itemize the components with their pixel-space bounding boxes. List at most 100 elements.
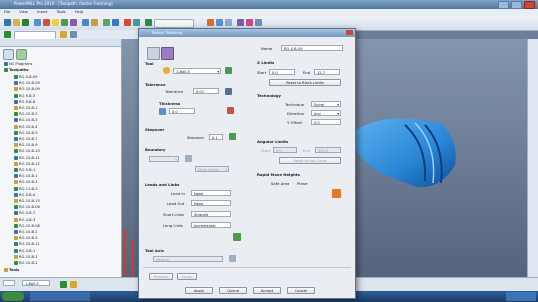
measure-icon[interactable] bbox=[255, 19, 262, 26]
menu-insert[interactable]: Insert bbox=[37, 10, 47, 14]
x-start-input[interactable]: 0.0 bbox=[269, 69, 295, 75]
output-icon[interactable] bbox=[225, 19, 232, 26]
toolpath-item[interactable]: RO-10-B-1 bbox=[14, 254, 38, 260]
ang-start-input[interactable]: 0.0 bbox=[273, 147, 297, 153]
toolpath-item[interactable]: RO-5-B-0 bbox=[14, 192, 35, 198]
tolerance-icon[interactable] bbox=[225, 88, 232, 95]
rapid-move-icon[interactable] bbox=[332, 189, 341, 198]
nc-icon[interactable] bbox=[216, 19, 223, 26]
strategy-selector[interactable] bbox=[154, 19, 194, 28]
cancel-button[interactable]: Cancel bbox=[287, 287, 315, 294]
toolpath-item[interactable]: RO-10-B-3 bbox=[14, 179, 38, 185]
stock-icon[interactable] bbox=[103, 19, 110, 26]
tool-select[interactable]: 1-Ball-5 bbox=[173, 68, 221, 74]
toolpath-item[interactable]: RO-10-B-1 bbox=[14, 229, 38, 235]
toolpath-item[interactable]: RO-10-B-3 bbox=[14, 117, 38, 123]
short-links-field[interactable]: Straight bbox=[191, 211, 231, 217]
toolpath-item[interactable]: RO-4-B-3 bbox=[14, 217, 35, 223]
reset-block-button[interactable]: Reset to Block Limits bbox=[269, 79, 341, 86]
close-icon[interactable] bbox=[524, 1, 535, 9]
menu-help[interactable]: Help bbox=[75, 10, 83, 14]
workplane-icon[interactable] bbox=[60, 31, 67, 38]
taskbar-item[interactable] bbox=[30, 292, 90, 301]
toolpath-item[interactable]: RO-10-B-5 bbox=[14, 235, 38, 241]
explorer-tab-icon[interactable] bbox=[16, 49, 27, 60]
tree-toolpaths[interactable]: Toolpaths bbox=[4, 67, 29, 73]
toolpath-item[interactable]: RO-10-B-08 bbox=[14, 223, 40, 229]
toolpath-item[interactable]: RO-10-B-15 bbox=[14, 198, 40, 204]
toolpath-item[interactable]: RO-10-B-1 bbox=[14, 105, 38, 111]
stepover-icon[interactable] bbox=[229, 133, 236, 140]
block-icon[interactable] bbox=[34, 19, 41, 26]
toolpath-item[interactable]: RO-10-B-09 bbox=[14, 86, 40, 92]
accept-button[interactable]: Accept bbox=[253, 287, 281, 294]
thickness-icon[interactable] bbox=[159, 108, 166, 115]
leads-icon[interactable] bbox=[124, 19, 131, 26]
tool-axis-field[interactable]: Vertical bbox=[153, 256, 223, 262]
toolpath-item[interactable]: RO-10-B-10 bbox=[14, 148, 40, 154]
layer-icon[interactable] bbox=[70, 31, 77, 38]
minimize-icon[interactable] bbox=[498, 1, 509, 9]
explorer-tab-icon[interactable] bbox=[3, 49, 14, 60]
toolpath-item[interactable]: RO-10-B-2 bbox=[14, 260, 38, 266]
menu-view[interactable]: View bbox=[19, 10, 28, 14]
new-icon[interactable] bbox=[4, 19, 11, 26]
active-indicator-icon[interactable] bbox=[4, 31, 11, 38]
boundary-icon[interactable] bbox=[185, 155, 192, 162]
links-icon[interactable] bbox=[133, 19, 140, 26]
toolpath-item[interactable]: RO-10-B-1 bbox=[14, 173, 38, 179]
toolpath-item[interactable]: RO-11-B-2 bbox=[14, 186, 38, 192]
toolpath-item[interactable]: RO-10-B-06 bbox=[14, 204, 40, 210]
draw-button[interactable]: Draw bbox=[177, 273, 197, 280]
boundary-option-select[interactable]: Keep Inside bbox=[195, 166, 229, 172]
apply-button[interactable]: Apply bbox=[185, 287, 213, 294]
settings-icon[interactable] bbox=[237, 19, 244, 26]
lead-in-field[interactable]: None bbox=[191, 190, 231, 196]
toolpath-item[interactable]: RO-9-B-6 bbox=[14, 99, 35, 105]
maximize-icon[interactable] bbox=[511, 1, 522, 9]
preview-button[interactable]: Preview bbox=[149, 273, 173, 280]
y-offset-input[interactable]: 0.0 bbox=[311, 119, 341, 125]
tool-icon[interactable] bbox=[60, 281, 67, 288]
holder-icon[interactable] bbox=[70, 281, 77, 288]
name-input[interactable]: RO-S-B-09 bbox=[281, 45, 343, 51]
program-icon[interactable] bbox=[207, 19, 214, 26]
toolpath-item[interactable]: RO-5-B-7 bbox=[14, 210, 35, 216]
ang-end-input[interactable]: 360.0 bbox=[315, 147, 341, 153]
toolpath-item[interactable]: RO-9-B-5 bbox=[14, 93, 35, 99]
tool-status-field[interactable]: 1-Ball-5 bbox=[22, 280, 50, 286]
boundary-icon[interactable] bbox=[52, 19, 59, 26]
toolpath-item[interactable]: RO-10-B-7 bbox=[14, 136, 38, 142]
toolpath-item[interactable]: RO-10-B-2 bbox=[14, 111, 38, 117]
thickness-input[interactable]: 0.0 bbox=[169, 108, 195, 114]
toolpath-item[interactable]: RO-10-B-09 bbox=[14, 80, 40, 86]
tree-tools[interactable]: Tools bbox=[4, 267, 19, 273]
tolerance-input[interactable]: 0.01 bbox=[193, 88, 219, 94]
menu-file[interactable]: File bbox=[4, 10, 10, 14]
toolpath-item[interactable]: RO-10-B-5 bbox=[14, 130, 38, 136]
menu-tools[interactable]: Tools bbox=[57, 10, 66, 14]
lead-out-field[interactable]: None bbox=[191, 200, 231, 206]
technique-select[interactable]: Spiral bbox=[311, 101, 341, 107]
simulate-icon[interactable] bbox=[91, 19, 98, 26]
toolpath-item[interactable]: RO-10-B-9 bbox=[14, 142, 38, 148]
calculate-icon[interactable] bbox=[82, 19, 89, 26]
toolpath-item[interactable]: RO-3-B-1 bbox=[14, 248, 35, 254]
tool-axis-icon[interactable] bbox=[229, 255, 236, 262]
verify-icon[interactable] bbox=[246, 19, 253, 26]
pattern-icon[interactable] bbox=[61, 19, 68, 26]
toolpath-item[interactable]: RO-S-B-09 bbox=[14, 74, 38, 80]
toolpath-item[interactable]: RO-10-B-11 bbox=[14, 155, 40, 161]
view-icon[interactable] bbox=[112, 19, 119, 26]
feature-icon[interactable] bbox=[70, 19, 77, 26]
toolpath-item[interactable]: RO-10-B-12 bbox=[14, 161, 40, 167]
queue-button[interactable]: Queue bbox=[219, 287, 247, 294]
tool-edit-icon[interactable] bbox=[225, 67, 232, 74]
toolpath-item[interactable]: RO-10-B-11 bbox=[14, 241, 40, 247]
save-icon[interactable] bbox=[22, 19, 29, 26]
toolpath-item[interactable]: RO-10-B-4 bbox=[14, 124, 38, 130]
open-icon[interactable] bbox=[13, 19, 20, 26]
direction-select[interactable]: Any bbox=[311, 110, 341, 116]
toolpath-icon[interactable] bbox=[43, 19, 50, 26]
finishing-icon[interactable] bbox=[145, 19, 152, 26]
